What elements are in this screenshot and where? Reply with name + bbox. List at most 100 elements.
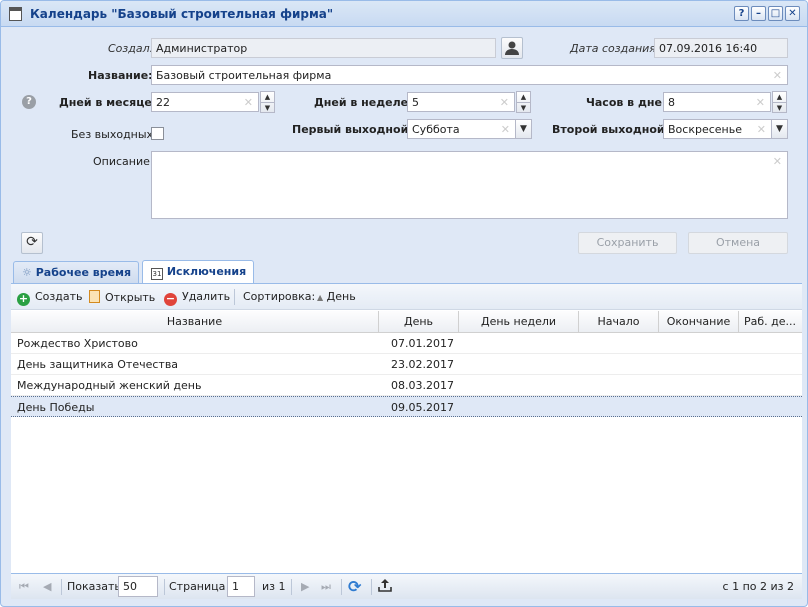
delete-label: Удалить <box>182 290 231 303</box>
first-page-icon[interactable]: ⏮ <box>19 580 29 594</box>
last-page-icon[interactable]: ⏭ <box>321 580 331 594</box>
of-pages-label: из 1 <box>262 580 286 593</box>
hours-in-day-spinner[interactable]: ▲ ▼ <box>772 91 787 113</box>
created-date-field: 07.09.2016 16:40 <box>654 38 788 58</box>
column-header-day[interactable]: День <box>379 311 459 333</box>
delete-button[interactable]: − Удалить <box>164 290 230 306</box>
second-weekend-value: Воскресенье <box>668 123 742 136</box>
exceptions-panel: + Создать Открыть − Удалить Сортировка: ▲ … <box>11 283 802 573</box>
column-header-working-day[interactable]: Раб. де... <box>739 311 801 333</box>
cell-day: 08.03.2017 <box>391 379 454 392</box>
column-header-end[interactable]: Окончание <box>659 311 739 333</box>
calendar-window: Календарь "Базовый строительная фирма" ?… <box>0 0 808 607</box>
close-button[interactable]: ✕ <box>785 6 800 21</box>
clear-icon[interactable]: ✕ <box>500 96 509 109</box>
chevron-down-icon: ▼ <box>776 124 783 134</box>
cell-day: 09.05.2017 <box>391 401 454 414</box>
grid-header: Название День День недели Начало Окончан… <box>11 311 802 333</box>
upload-icon <box>378 579 392 592</box>
name-field[interactable]: Базовый строительная фирма ✕ <box>151 65 788 85</box>
days-in-month-spinner[interactable]: ▲ ▼ <box>260 91 275 113</box>
save-button[interactable]: Сохранить <box>578 232 677 254</box>
sort-asc-icon: ▲ <box>317 293 324 302</box>
export-button[interactable] <box>377 577 393 596</box>
created-by-label: Создал: <box>108 42 154 55</box>
chevron-down-icon: ▼ <box>520 124 527 134</box>
first-weekend-value: Суббота <box>412 123 460 136</box>
minus-icon: − <box>164 292 177 306</box>
no-weekends-label: Без выходных: <box>71 128 157 141</box>
paging-toolbar: ⏮ ◀ Показать 50 Страница 1 из 1 ▶ ⏭ ⟳ с … <box>11 573 802 599</box>
create-label: Создать <box>35 290 83 303</box>
first-weekend-select[interactable]: Суббота ✕ <box>407 119 516 139</box>
days-in-week-spinner[interactable]: ▲ ▼ <box>516 91 531 113</box>
sort-by-day-button[interactable]: ▲ День <box>317 290 356 303</box>
window-titlebar[interactable]: Календарь "Базовый строительная фирма" ?… <box>1 1 807 27</box>
minimize-button[interactable]: – <box>751 6 766 21</box>
created-by-field: Администратор <box>151 38 496 58</box>
clear-icon[interactable]: ✕ <box>773 69 782 82</box>
table-row-selected[interactable]: День Победы 09.05.2017 <box>11 396 802 417</box>
days-in-month-field[interactable]: 22 ✕ <box>151 92 259 112</box>
clear-icon[interactable]: ✕ <box>773 155 782 168</box>
maximize-button[interactable]: □ <box>768 6 783 21</box>
no-weekends-checkbox[interactable] <box>151 127 164 140</box>
table-row[interactable]: День защитника Отечества 23.02.2017 <box>11 354 802 375</box>
second-weekend-dropdown-trigger[interactable]: ▼ <box>771 119 788 139</box>
days-in-week-field[interactable]: 5 ✕ <box>407 92 515 112</box>
cancel-button[interactable]: Отмена <box>688 232 788 254</box>
column-header-start[interactable]: Начало <box>579 311 659 333</box>
description-label: Описание: <box>93 155 154 168</box>
select-user-button[interactable] <box>501 37 523 59</box>
open-button[interactable]: Открыть <box>89 290 155 304</box>
next-page-icon[interactable]: ▶ <box>301 580 309 593</box>
tab-exceptions-label: Исключения <box>166 265 247 278</box>
hours-in-day-value: 8 <box>668 96 675 109</box>
create-button[interactable]: + Создать <box>17 290 83 306</box>
refresh-icon[interactable]: ⟳ <box>348 577 361 596</box>
pager-separator <box>291 579 292 595</box>
days-in-week-value: 5 <box>412 96 419 109</box>
column-header-name[interactable]: Название <box>11 311 379 333</box>
toolbar-separator <box>234 289 235 305</box>
help-button[interactable]: ? <box>734 6 749 21</box>
sort-value: День <box>326 290 356 303</box>
window-title: Календарь "Базовый строительная фирма" <box>30 7 334 21</box>
hours-in-day-label: Часов в дне: <box>586 96 667 109</box>
description-textarea[interactable]: ✕ <box>151 151 788 219</box>
column-header-weekday[interactable]: День недели <box>459 311 579 333</box>
paging-summary: с 1 по 2 из 2 <box>722 580 794 593</box>
prev-page-icon[interactable]: ◀ <box>43 580 51 593</box>
user-icon <box>505 41 519 55</box>
first-weekend-dropdown-trigger[interactable]: ▼ <box>515 119 532 139</box>
table-row[interactable]: Международный женский день 08.03.2017 <box>11 375 802 396</box>
cell-day: 07.01.2017 <box>391 337 454 350</box>
tab-working-time-label: Рабочее время <box>35 266 132 279</box>
table-row[interactable]: Рождество Христово 07.01.2017 <box>11 333 802 354</box>
page-number-field[interactable]: 1 <box>227 576 255 597</box>
clear-icon[interactable]: ✕ <box>501 123 510 136</box>
pager-separator <box>61 579 62 595</box>
days-in-month-value: 22 <box>156 96 170 109</box>
help-icon[interactable]: ? <box>22 95 36 109</box>
calendar-icon: 31 <box>151 268 163 280</box>
hours-in-day-field[interactable]: 8 ✕ <box>663 92 771 112</box>
name-value: Базовый строительная фирма <box>156 69 332 82</box>
tab-working-time[interactable]: ☼ Рабочее время <box>13 261 139 283</box>
page-size-field[interactable]: 50 <box>118 576 158 597</box>
clear-icon[interactable]: ✕ <box>244 96 253 109</box>
document-icon <box>89 290 100 303</box>
clear-icon[interactable]: ✕ <box>757 123 766 136</box>
cell-name: День Победы <box>17 401 95 414</box>
second-weekend-label: Второй выходной: <box>552 123 669 136</box>
cell-name: Международный женский день <box>17 379 202 392</box>
clear-icon[interactable]: ✕ <box>756 96 765 109</box>
pager-separator <box>341 579 342 595</box>
second-weekend-select[interactable]: Воскресенье ✕ <box>663 119 772 139</box>
cell-name: День защитника Отечества <box>17 358 179 371</box>
show-label: Показать <box>67 580 121 593</box>
tab-exceptions[interactable]: 31 Исключения <box>142 260 254 284</box>
cell-name: Рождество Христово <box>17 337 138 350</box>
refresh-icon: ⟳ <box>26 234 38 250</box>
refresh-button[interactable]: ⟳ <box>21 232 43 254</box>
